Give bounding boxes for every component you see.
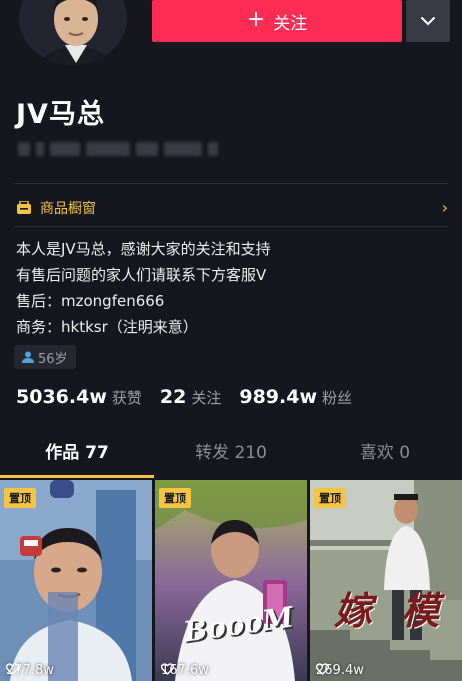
tab-works[interactable]: 作品 77 — [0, 436, 154, 478]
video-thumbnail[interactable]: 置顶 BoooM 167.6w — [155, 480, 307, 681]
bio-line: 商务：hktksr（注明来意） — [16, 318, 198, 336]
pinned-badge: 置顶 — [4, 488, 36, 508]
video-thumbnail-image — [155, 480, 307, 681]
video-likes: 167.6w — [161, 663, 209, 678]
video-thumbnail[interactable]: 置顶 277.8w — [0, 480, 152, 681]
video-likes: 269.4w — [316, 663, 364, 678]
heart-icon — [161, 663, 174, 675]
follow-button[interactable]: + 关注 — [152, 0, 402, 42]
following-label[interactable]: 关注 — [191, 387, 221, 408]
pinned-badge: 置顶 — [314, 488, 346, 508]
shop-window-row[interactable]: 商品橱窗 › — [16, 196, 450, 220]
tab-likes[interactable]: 喜欢 0 — [308, 436, 462, 478]
age-badge: 56岁 — [14, 345, 76, 369]
shop-window-label: 商品橱窗 — [40, 201, 96, 217]
content-tabs: 作品 77 转发 210 喜欢 0 — [0, 436, 462, 478]
username: JV马总 — [16, 99, 105, 130]
followers-count[interactable]: 989.4w — [239, 386, 317, 408]
douyin-id-blurred — [18, 142, 218, 156]
heart-icon — [6, 663, 19, 675]
bio-line: 本人是JV马总，感谢大家的关注和支持 — [16, 240, 271, 258]
stats-row: 5036.4w 获赞 22 关注 989.4w 粉丝 — [16, 386, 370, 408]
likes-count: 5036.4w — [16, 386, 107, 408]
more-options-button[interactable] — [406, 0, 450, 42]
heart-icon — [316, 663, 329, 675]
video-grid: 置顶 277.8w 置顶 BoooM 167.6w 置顶 嫁 模 269.4w — [0, 480, 462, 681]
bio-line: 售后：mzongfen666 — [16, 292, 165, 310]
chevron-right-icon: › — [441, 198, 448, 217]
age-value: 56岁 — [38, 351, 68, 367]
video-thumbnail-image — [0, 480, 152, 681]
person-icon — [22, 351, 34, 363]
follow-label: 关注 — [273, 13, 308, 34]
avatar[interactable] — [16, 0, 130, 68]
followers-label[interactable]: 粉丝 — [322, 387, 352, 408]
shop-icon — [17, 201, 31, 214]
video-likes: 277.8w — [6, 663, 54, 678]
bio: 本人是JV马总，感谢大家的关注和支持 有售后问题的家人们请联系下方客服V 售后：… — [16, 236, 271, 340]
bio-line: 有售后问题的家人们请联系下方客服V — [16, 266, 267, 284]
pinned-badge: 置顶 — [159, 488, 191, 508]
divider — [14, 183, 448, 184]
video-thumbnail[interactable]: 置顶 嫁 模 269.4w — [310, 480, 462, 681]
plus-icon: + — [246, 7, 266, 32]
chevron-down-icon — [421, 17, 435, 26]
video-overlay-text: 嫁 模 — [334, 588, 448, 633]
tab-reposts[interactable]: 转发 210 — [154, 436, 308, 478]
following-count[interactable]: 22 — [160, 386, 186, 408]
divider — [14, 226, 448, 227]
likes-label: 获赞 — [111, 389, 142, 407]
